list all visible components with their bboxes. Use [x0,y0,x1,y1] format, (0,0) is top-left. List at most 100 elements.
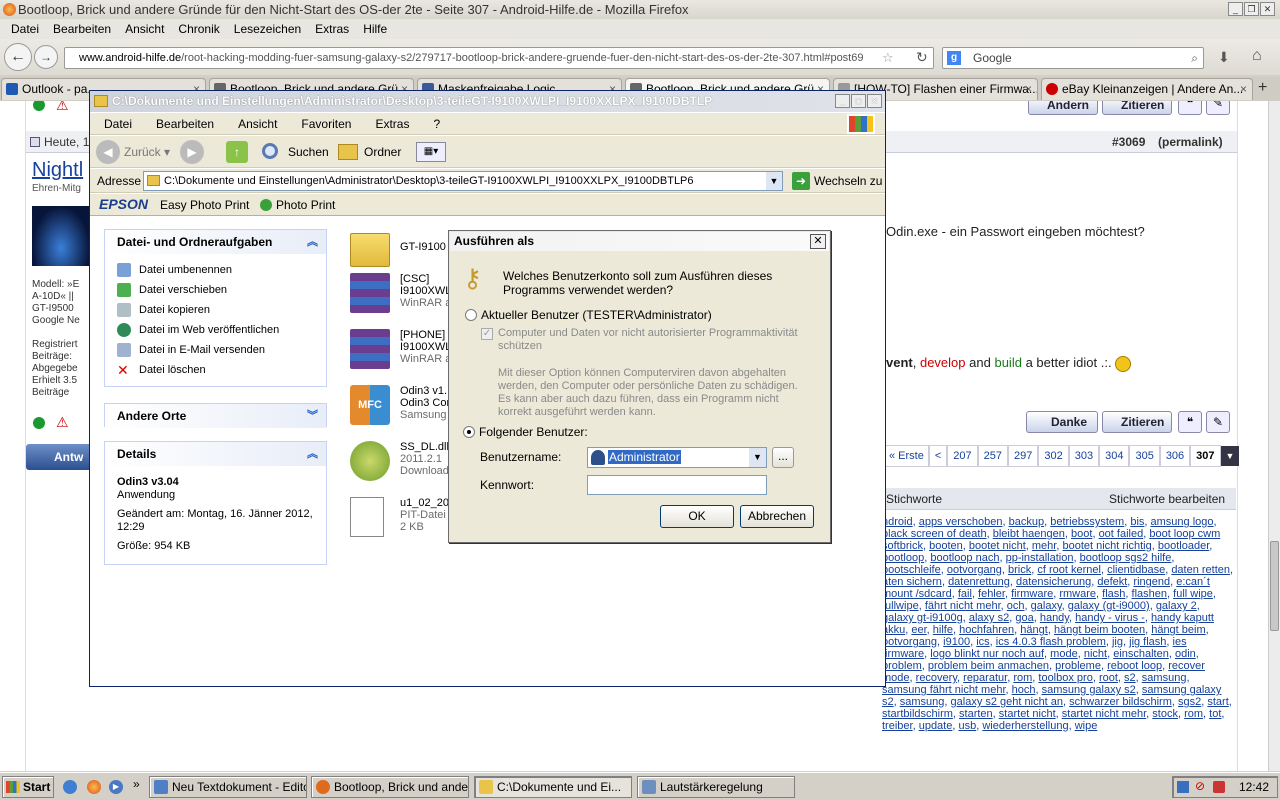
tag-link[interactable]: booten [929,540,963,552]
reload-icon[interactable]: ↻ [916,49,928,66]
menu-extras[interactable]: Extras [373,113,411,135]
tag-link[interactable]: handy - virus - [1075,612,1145,624]
browse-button[interactable]: ... [772,447,794,468]
run-as-dialog[interactable]: Ausführen als ✕ ⚷ Welches Benutzerkonto s… [448,230,831,543]
tag-link[interactable]: hängt beim [1151,624,1205,636]
easy-photo-print-button[interactable]: Easy Photo Print [160,198,249,212]
menu-chronik[interactable]: Chronik [175,19,222,39]
permalink-link[interactable]: (permalink) [1158,135,1223,149]
tag-link[interactable]: ootvorgang [947,564,1002,576]
tag-link[interactable]: galaxy gt-i9100g [882,612,963,624]
tag-link[interactable]: pp-installation [1006,552,1074,564]
tag-link[interactable]: datensicherung [1016,576,1091,588]
close-button[interactable]: ✕ [1260,2,1275,16]
tag-link[interactable]: boot [1071,528,1092,540]
tag-link[interactable]: starten [959,708,993,720]
quote-button-2[interactable]: Zitieren [1102,411,1172,433]
menu-datei[interactable]: Datei [102,113,134,135]
menu-ansicht[interactable]: Ansicht [122,19,167,39]
tag-link[interactable]: bootschleife [882,564,941,576]
tag-link[interactable]: update [919,720,953,732]
tag-link[interactable]: mehr [1032,540,1056,552]
current-user-label[interactable]: Aktueller Benutzer (TESTER\Administrator… [481,308,712,322]
task-delete[interactable]: ✕ Datei löschen [117,360,326,380]
tag-link[interactable]: galaxy s2 geht nicht an [951,696,1064,708]
tag-link[interactable]: full wipe [1173,588,1213,600]
menu-bearbeiten[interactable]: Bearbeiten [154,113,216,135]
address-input[interactable]: C:\Dokumente und Einstellungen\Administr… [143,171,783,191]
tag-link[interactable]: samsung fährt nicht mehr [882,684,1006,696]
tag-link[interactable]: mode [1050,648,1078,660]
expand-icon[interactable]: ︾ [307,404,318,428]
tag-link[interactable]: bootet nicht [969,540,1026,552]
explorer-title-bar[interactable]: C:\Dokumente und Einstellungen\Administr… [90,91,885,112]
download-icon[interactable]: ⬇ [1218,49,1230,66]
tag-link[interactable]: datenrettung [948,576,1010,588]
tag-link[interactable]: logo blinkt nur noch auf [930,648,1044,660]
tag-link[interactable]: daten retten [1171,564,1230,576]
collapse-icon[interactable]: ︽ [307,442,318,466]
tag-link[interactable]: recovery [916,672,957,684]
tag-link[interactable]: jig flash [1129,636,1166,648]
tag-link[interactable]: clientidbase [1107,564,1165,576]
task-email[interactable]: Datei in E-Mail versenden [117,340,326,360]
tag-link[interactable]: root [1099,672,1118,684]
tray-speaker-muted-icon[interactable]: ⊘ [1195,779,1205,793]
tag-link[interactable]: bootet nicht richtig [1062,540,1151,552]
dialog-title-bar[interactable]: Ausführen als ✕ [450,232,829,251]
details-header[interactable]: Details ︽ [105,442,326,466]
tag-link[interactable]: ootvorgang [882,636,937,648]
explorer-close-button[interactable]: ✕ [867,94,882,108]
task-move[interactable]: Datei verschieben [117,280,326,300]
menu-datei[interactable]: Datei [8,19,42,39]
username-dropdown-icon[interactable]: ▼ [749,448,766,467]
tag-link[interactable]: einschalten [1113,648,1169,660]
tag-link[interactable]: usb [958,720,976,732]
menu-favoriten[interactable]: Favoriten [299,113,353,135]
tag-link[interactable]: bleibt haengen [993,528,1065,540]
thanks-button[interactable]: Danke [1026,411,1098,433]
explorer-maximize-button[interactable]: □ [851,94,866,108]
photo-print-button[interactable]: Photo Print [260,198,335,212]
page-257[interactable]: 257 [977,445,1009,467]
tag-link[interactable]: samsung [900,696,945,708]
username-select[interactable]: Administrator ▼ [587,447,767,468]
tag-link[interactable]: alaxy s2 [969,612,1009,624]
page-302[interactable]: 302 [1038,445,1069,467]
tag-link[interactable]: samsung [1142,672,1187,684]
edit-button[interactable]: Ändern [1028,101,1098,115]
page-menu-icon[interactable]: ▼ [1220,446,1240,466]
tag-link[interactable]: rom [1184,708,1203,720]
tag-link[interactable]: startet nicht [999,708,1056,720]
tag-link[interactable]: brick [1008,564,1031,576]
minimize-button[interactable]: _ [1228,2,1243,16]
tag-link[interactable]: fehler [978,588,1005,600]
tag-link[interactable]: ringend [1133,576,1170,588]
tag-link[interactable]: fullwipe [882,600,919,612]
tag-link[interactable]: bootloop sgs2 hilfe [1080,552,1172,564]
tag-link[interactable]: flashen [1132,588,1167,600]
tag-link[interactable]: oot failed [1099,528,1144,540]
tag-link[interactable]: hochfahren [959,624,1014,636]
tag-link[interactable]: rmware [1059,588,1096,600]
dialog-close-button[interactable]: ✕ [810,234,826,249]
tag-link[interactable]: ics 4.0.3 flash problem [996,636,1106,648]
tag-link[interactable]: hilfe [933,624,953,636]
tag-link[interactable]: hängt [1020,624,1048,636]
quicklaunch-more-icon[interactable]: » [133,777,140,791]
tab-close-icon[interactable]: × [1025,79,1032,100]
collapse-icon[interactable]: ︽ [307,230,318,254]
home-icon[interactable]: ⌂ [1252,47,1262,65]
tray-power-icon[interactable] [1213,781,1225,793]
tag-link[interactable]: treiber [882,720,913,732]
tag-link[interactable]: problem [882,660,922,672]
tag-link[interactable]: fährt nicht mehr [925,600,1001,612]
other-places-header[interactable]: Andere Orte ︾ [105,404,326,428]
menu-bearbeiten[interactable]: Bearbeiten [50,19,114,39]
multiquote-icon[interactable]: ❝ [1178,411,1202,433]
folders-button[interactable]: Ordner [336,140,401,164]
tag-link[interactable]: reboot loop [1107,660,1162,672]
tag-link[interactable]: och [1007,600,1025,612]
multiquote-icon[interactable]: ❝ [1178,101,1202,115]
tag-link[interactable]: galaxy [1031,600,1062,612]
